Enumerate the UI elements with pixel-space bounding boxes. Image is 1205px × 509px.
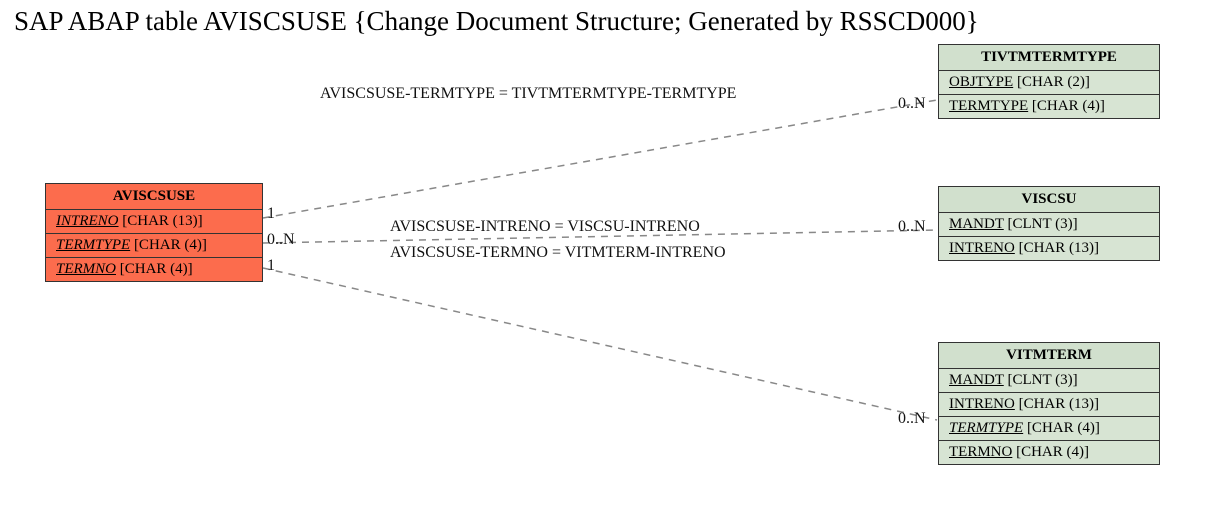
entity-vitmterm-row-3: TERMNO [CHAR (4)] — [939, 441, 1159, 464]
entity-viscsu-row-1: INTRENO [CHAR (13)] — [939, 237, 1159, 260]
entity-vitmterm-row-1: INTRENO [CHAR (13)] — [939, 393, 1159, 417]
relation-label-2: AVISCSUSE-INTRENO = VISCSU-INTRENO — [390, 218, 700, 236]
entity-viscsu: VISCSU MANDT [CLNT (3)] INTRENO [CHAR (1… — [938, 186, 1160, 261]
entity-aviscsuse: AVISCSUSE INTRENO [CHAR (13)] TERMTYPE [… — [45, 183, 263, 282]
entity-aviscsuse-row-1: TERMTYPE [CHAR (4)] — [46, 234, 262, 258]
entity-viscsu-row-0: MANDT [CLNT (3)] — [939, 213, 1159, 237]
entity-tivtmtermtype: TIVTMTERMTYPE OBJTYPE [CHAR (2)] TERMTYP… — [938, 44, 1160, 119]
cardinality-left-1: 1 — [267, 205, 275, 223]
entity-vitmterm-row-2: TERMTYPE [CHAR (4)] — [939, 417, 1159, 441]
entity-aviscsuse-header: AVISCSUSE — [46, 184, 262, 210]
entity-aviscsuse-row-0: INTRENO [CHAR (13)] — [46, 210, 262, 234]
relation-label-1: AVISCSUSE-TERMTYPE = TIVTMTERMTYPE-TERMT… — [320, 85, 736, 103]
cardinality-right-2: 0..N — [898, 218, 926, 236]
cardinality-left-2: 0..N — [267, 231, 295, 249]
entity-tivtmtermtype-row-0: OBJTYPE [CHAR (2)] — [939, 71, 1159, 95]
entity-aviscsuse-row-2: TERMNO [CHAR (4)] — [46, 258, 262, 281]
entity-tivtmtermtype-row-1: TERMTYPE [CHAR (4)] — [939, 95, 1159, 118]
entity-vitmterm-header: VITMTERM — [939, 343, 1159, 369]
entity-vitmterm: VITMTERM MANDT [CLNT (3)] INTRENO [CHAR … — [938, 342, 1160, 465]
entity-viscsu-header: VISCSU — [939, 187, 1159, 213]
page-title: SAP ABAP table AVISCSUSE {Change Documen… — [14, 6, 979, 37]
cardinality-left-3: 1 — [267, 257, 275, 275]
cardinality-right-1: 0..N — [898, 95, 926, 113]
entity-vitmterm-row-0: MANDT [CLNT (3)] — [939, 369, 1159, 393]
relation-label-3: AVISCSUSE-TERMNO = VITMTERM-INTRENO — [390, 244, 726, 262]
cardinality-right-3: 0..N — [898, 410, 926, 428]
entity-tivtmtermtype-header: TIVTMTERMTYPE — [939, 45, 1159, 71]
